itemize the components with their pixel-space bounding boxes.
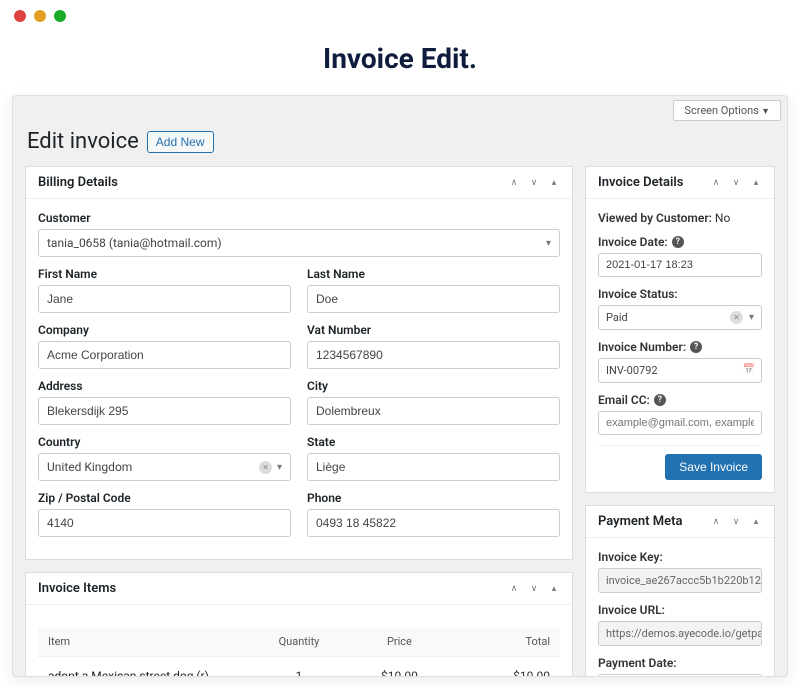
- last-name-input[interactable]: [307, 285, 560, 313]
- page-title: Invoice Edit.: [0, 42, 800, 75]
- collapse-icon[interactable]: ▴: [548, 177, 560, 189]
- invoice-number-input[interactable]: INV-00792: [598, 358, 762, 383]
- payment-meta-title: Payment Meta: [598, 514, 682, 529]
- chevron-up-icon[interactable]: ∧: [508, 583, 520, 595]
- last-name-label: Last Name: [307, 267, 560, 281]
- screen-options-toggle[interactable]: Screen Options: [673, 100, 781, 121]
- zip-label: Zip / Postal Code: [38, 491, 291, 505]
- invoice-status-select[interactable]: Paid: [598, 305, 762, 330]
- save-invoice-button[interactable]: Save Invoice: [665, 454, 762, 480]
- item-qty: 1: [249, 669, 349, 677]
- item-price: $10.00: [349, 669, 449, 677]
- help-icon[interactable]: ?: [690, 341, 702, 353]
- invoice-url-field: https://demos.ayecode.io/getpaid/i: [598, 621, 762, 646]
- maximize-dot[interactable]: [54, 10, 66, 22]
- add-new-button[interactable]: Add New: [147, 131, 214, 153]
- col-item: Item: [48, 635, 249, 648]
- vat-input[interactable]: [307, 341, 560, 369]
- chevron-up-icon[interactable]: ∧: [710, 177, 722, 189]
- chevron-down-icon[interactable]: ∨: [528, 177, 540, 189]
- invoice-number-label: Invoice Number:?: [598, 340, 762, 354]
- chevron-down-icon[interactable]: ∨: [528, 583, 540, 595]
- first-name-label: First Name: [38, 267, 291, 281]
- col-total: Total: [450, 635, 550, 648]
- item-name: adopt a Mexican street dog (r): [48, 669, 249, 677]
- invoice-date-label: Invoice Date:?: [598, 235, 762, 249]
- customer-select[interactable]: tania_0658 (tania@hotmail.com): [38, 229, 560, 257]
- billing-details-panel: Billing Details ∧ ∨ ▴ Customer tania_065…: [25, 166, 573, 560]
- invoice-date-input[interactable]: [598, 253, 762, 277]
- invoice-key-label: Invoice Key:: [598, 550, 762, 564]
- invoice-status-label: Invoice Status:: [598, 287, 762, 301]
- close-dot[interactable]: [14, 10, 26, 22]
- first-name-input[interactable]: [38, 285, 291, 313]
- phone-input[interactable]: [307, 509, 560, 537]
- collapse-icon[interactable]: ▴: [750, 177, 762, 189]
- address-label: Address: [38, 379, 291, 393]
- invoice-items-panel: Invoice Items ∧ ∨ ▴ Item Quantity Price …: [25, 572, 573, 677]
- billing-title: Billing Details: [38, 175, 118, 190]
- items-table-header: Item Quantity Price Total: [38, 627, 560, 657]
- item-total: $10.00: [450, 669, 550, 677]
- edit-invoice-heading: Edit invoice: [27, 129, 139, 154]
- vat-label: Vat Number: [307, 323, 560, 337]
- payment-date-input[interactable]: [598, 674, 762, 677]
- help-icon[interactable]: ?: [654, 394, 666, 406]
- invoice-key-field: invoice_ae267accc5b1b220b1241e: [598, 568, 762, 593]
- company-label: Company: [38, 323, 291, 337]
- email-cc-label: Email CC:?: [598, 393, 762, 407]
- col-price: Price: [349, 635, 449, 648]
- state-label: State: [307, 435, 560, 449]
- help-icon[interactable]: ?: [672, 236, 684, 248]
- address-input[interactable]: [38, 397, 291, 425]
- invoice-url-label: Invoice URL:: [598, 603, 762, 617]
- collapse-icon[interactable]: ▴: [750, 516, 762, 528]
- app-window: Screen Options Edit invoice Add New Bill…: [12, 95, 788, 677]
- email-cc-input[interactable]: [598, 411, 762, 435]
- window-traffic-lights: [0, 0, 800, 32]
- state-input[interactable]: [307, 453, 560, 481]
- company-input[interactable]: [38, 341, 291, 369]
- page-header: Edit invoice Add New: [13, 125, 787, 166]
- viewed-by-customer: Viewed by Customer: No: [598, 211, 762, 225]
- chevron-up-icon[interactable]: ∧: [508, 177, 520, 189]
- country-select[interactable]: United Kingdom: [38, 453, 291, 481]
- city-label: City: [307, 379, 560, 393]
- col-qty: Quantity: [249, 635, 349, 648]
- top-bar: Screen Options: [13, 96, 787, 125]
- city-input[interactable]: [307, 397, 560, 425]
- country-label: Country: [38, 435, 291, 449]
- collapse-icon[interactable]: ▴: [548, 583, 560, 595]
- minimize-dot[interactable]: [34, 10, 46, 22]
- zip-input[interactable]: [38, 509, 291, 537]
- chevron-down-icon[interactable]: ∨: [730, 177, 742, 189]
- payment-date-label: Payment Date:: [598, 656, 762, 670]
- invoice-details-panel: Invoice Details ∧ ∨ ▴ Viewed by Customer…: [585, 166, 775, 493]
- chevron-up-icon[interactable]: ∧: [710, 516, 722, 528]
- invoice-details-title: Invoice Details: [598, 175, 683, 190]
- customer-label: Customer: [38, 211, 560, 225]
- phone-label: Phone: [307, 491, 560, 505]
- payment-meta-panel: Payment Meta ∧ ∨ ▴ Invoice Key: invoice_…: [585, 505, 775, 677]
- items-title: Invoice Items: [38, 581, 116, 596]
- chevron-down-icon[interactable]: ∨: [730, 516, 742, 528]
- table-row: adopt a Mexican street dog (r) $10.00 / …: [38, 657, 560, 677]
